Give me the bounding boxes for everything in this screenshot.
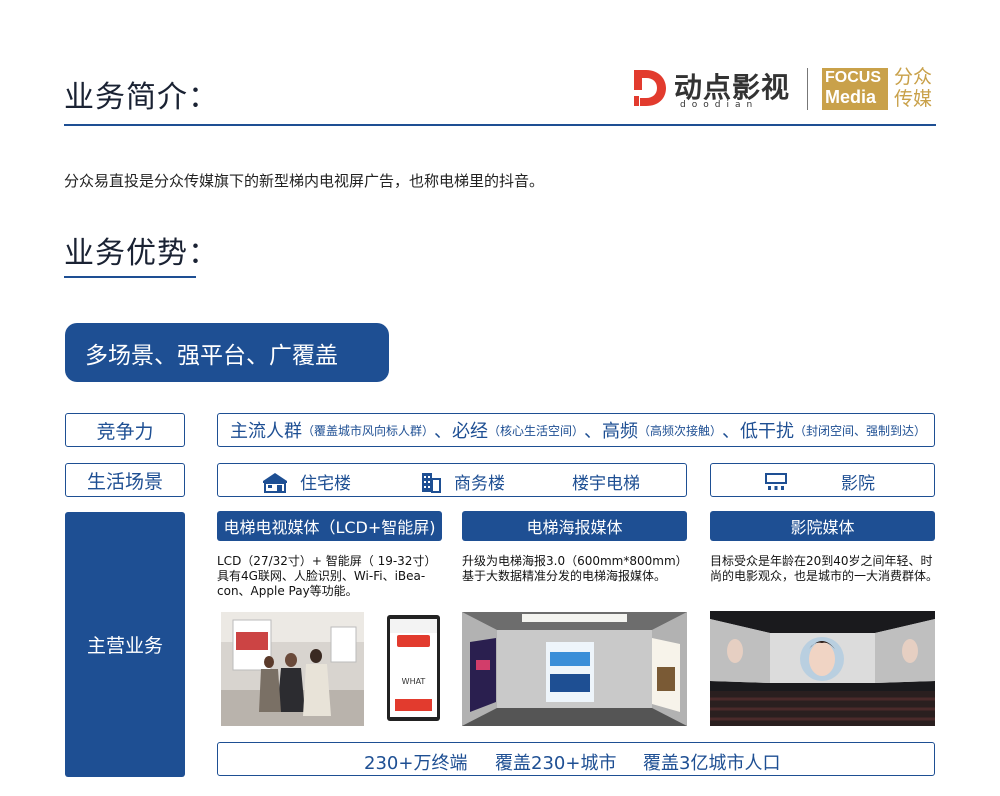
comp-item-sep: 、 <box>722 421 741 442</box>
desc-line: 升级为电梯海报3.0（600mm*800mm） <box>462 554 688 568</box>
competitiveness-box: 主流人群 （覆盖城市风向标人群） 、 必经 （核心生活空间） 、 高频 （高频次… <box>217 413 935 447</box>
smart-screen-photo: WHAT <box>387 615 440 721</box>
comp-item-small: （覆盖城市风向标人群） <box>302 423 435 438</box>
comp-item-sep: 、 <box>584 421 603 442</box>
header-divider <box>64 124 936 126</box>
media-title-elevator-poster: 电梯海报媒体 <box>462 511 687 541</box>
scene-cinema: 影院 <box>765 469 875 494</box>
comp-item-sep: 、 <box>434 421 453 442</box>
cinema-photo <box>710 611 935 726</box>
scene-elevator: 楼宇电梯 <box>572 469 640 494</box>
scenes-box-building: 住宅楼 商务楼 楼宇电梯 <box>217 463 687 497</box>
intro-text: 分众易直投是分众传媒旗下的新型梯内电视屏广告，也称电梯里的抖音。 <box>64 172 545 190</box>
desc-line: 目标受众是年龄在20到40岁之间年轻、时 <box>710 554 933 568</box>
logo-divider <box>807 68 808 110</box>
advantages-underline <box>64 276 196 278</box>
office-building-icon <box>422 472 441 493</box>
scene-label: 影院 <box>841 474 875 494</box>
scene-label: 商务楼 <box>454 474 505 494</box>
scene-label: 住宅楼 <box>300 474 351 494</box>
comp-item-small: （封闭空间、强制到达） <box>794 423 927 438</box>
focus-cn-logo: 分众 传媒 <box>894 66 932 110</box>
desc-line: 尚的电影观众，也是城市的一大消费群体。 <box>710 569 939 583</box>
desc-line: 基于大数据精准分发的电梯海报媒体。 <box>462 569 667 583</box>
coverage-population: 覆盖3亿城市人口 <box>643 753 781 774</box>
desc-line: 具有4G联网、人脸识别、Wi-Fi、iBea- <box>217 569 426 583</box>
comp-item-big: 主流人群 <box>230 421 302 442</box>
media-title-cinema: 影院媒体 <box>710 511 935 541</box>
focus-media-logo: FOCUS Media <box>822 68 888 110</box>
logo-area: 动点影视 doodian FOCUS Media 分众 传媒 <box>632 64 942 114</box>
media-title-elevator-tv: 电梯电视媒体（LCD+智能屏) <box>217 511 442 541</box>
scene-label: 楼宇电梯 <box>572 474 640 494</box>
media-desc-elevator-poster: 升级为电梯海报3.0（600mm*800mm） 基于大数据精准分发的电梯海报媒体… <box>462 554 702 584</box>
smart-screen-text: WHAT <box>401 677 426 686</box>
scene-residential: 住宅楼 <box>262 469 351 494</box>
comp-item-small: （高频次接触） <box>638 423 723 438</box>
desc-line: con、Apple Pay等功能。 <box>217 584 358 598</box>
coverage-box: 230+万终端 覆盖230+城市 覆盖3亿城市人口 <box>217 742 935 776</box>
elevator-poster-photo <box>462 612 687 726</box>
label-competitiveness: 竞争力 <box>65 413 185 447</box>
focus-logo-line2: Media <box>825 87 877 107</box>
comp-item-big: 必经 <box>452 421 489 442</box>
section-title-intro: 业务简介： <box>64 80 219 115</box>
elevator-tv-photo <box>221 612 364 726</box>
media-desc-cinema: 目标受众是年龄在20到40岁之间年轻、时 尚的电影观众，也是城市的一大消费群体。 <box>710 554 950 584</box>
comp-item-big: 高频 <box>602 421 639 442</box>
label-scenes: 生活场景 <box>65 463 185 497</box>
section-title-advantages: 业务优势： <box>64 236 219 271</box>
doodian-logo-subtext: doodian <box>680 100 759 110</box>
coverage-terminals: 230+万终端 <box>364 753 468 774</box>
house-icon <box>263 472 287 493</box>
focus-cn-line1: 分众 <box>894 66 933 88</box>
comp-item-small: （核心生活空间） <box>488 423 585 438</box>
label-business: 主营业务 <box>65 512 185 777</box>
cinema-icon <box>765 472 787 490</box>
coverage-cities: 覆盖230+城市 <box>495 753 617 774</box>
scenes-box-cinema: 影院 <box>710 463 935 497</box>
media-desc-elevator-tv: LCD（27/32寸）+ 智能屏（ 19-32寸） 具有4G联网、人脸识别、Wi… <box>217 554 457 599</box>
focus-logo-line1: FOCUS <box>825 69 881 86</box>
focus-cn-line2: 传媒 <box>894 88 933 110</box>
scene-office: 商务楼 <box>420 469 505 494</box>
highlight-pill: 多场景、强平台、广覆盖 <box>65 323 389 382</box>
comp-item-big: 低干扰 <box>740 421 795 442</box>
desc-line: LCD（27/32寸）+ 智能屏（ 19-32寸） <box>217 554 437 568</box>
